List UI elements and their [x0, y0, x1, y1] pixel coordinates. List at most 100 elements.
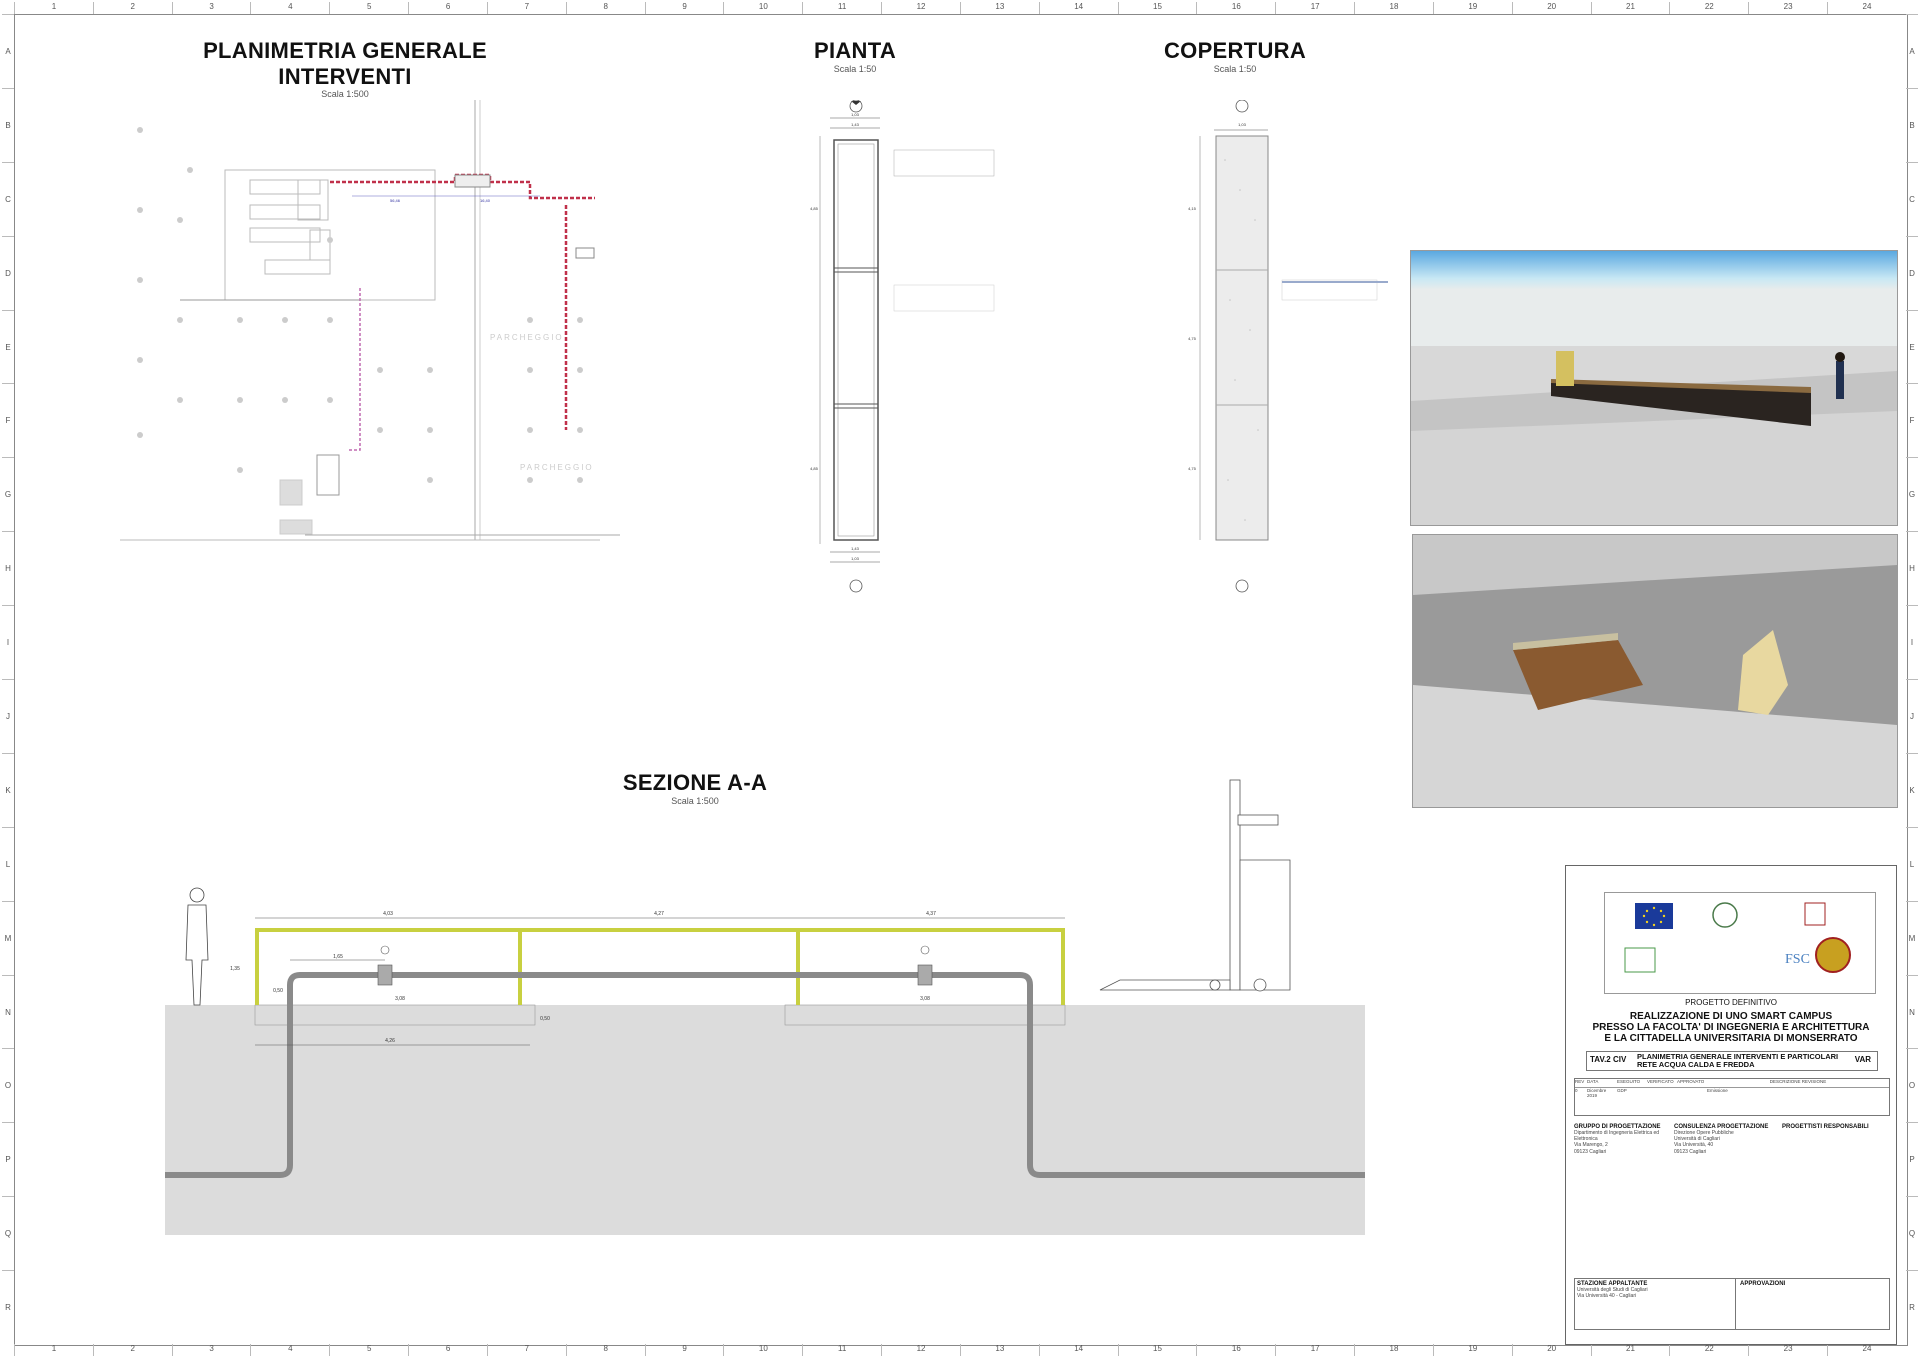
pianta-drawing: 1,03 1,43 4,85 4,85 1,43 1,03 — [810, 100, 995, 593]
trench-outline — [833, 139, 879, 541]
svg-text:3,08: 3,08 — [395, 996, 405, 1002]
ruler-col: 4 — [250, 1344, 329, 1356]
ruler-col: 18 — [1354, 2, 1433, 14]
ruler-col: 9 — [644, 1344, 724, 1356]
ruler-row: P — [2, 1122, 14, 1196]
svg-text:4,03: 4,03 — [383, 911, 393, 917]
ruler-row: C — [1906, 161, 1918, 236]
ruler-row: M — [2, 900, 14, 975]
ruler-col: 3 — [171, 2, 251, 14]
ruler-row: G — [2, 457, 14, 531]
ruler-row: I — [2, 605, 14, 679]
ruler-col: 2 — [92, 2, 172, 14]
ruler-row: I — [1906, 605, 1918, 679]
ruler-col: 5 — [329, 2, 408, 14]
ruler-row: N — [1906, 974, 1918, 1049]
ruler-col: 20 — [1511, 1344, 1591, 1356]
ruler-col: 1 — [14, 2, 93, 14]
ruler-col: 15 — [1117, 2, 1197, 14]
ruler-right: ABCDEFGHIJKLMNOPQR — [1906, 14, 1918, 1344]
ruler-row: J — [2, 679, 14, 753]
copertura-scale: Scala 1:50 — [1213, 64, 1257, 74]
ruler-col: 14 — [1038, 1344, 1118, 1356]
ruler-col: 15 — [1117, 1344, 1197, 1356]
ruler-col: 8 — [565, 2, 645, 14]
ruler-col: 11 — [802, 2, 881, 14]
svg-text:3,08: 3,08 — [920, 996, 930, 1002]
ruler-row: Q — [2, 1196, 14, 1270]
pipe-route-magenta — [348, 288, 361, 451]
pianta-title: PIANTA — [813, 38, 897, 63]
render-view-1 — [1410, 250, 1898, 526]
yellow-frame — [255, 928, 1065, 1005]
site-plan-drawing: 56,46 16,40 PARCHEGGIO PARCHEGGIO — [120, 100, 620, 541]
ruler-col: 1 — [14, 1344, 93, 1356]
unica-seal-icon — [1815, 937, 1851, 973]
svg-text:1,03: 1,03 — [851, 556, 860, 561]
ruler-row: O — [2, 1048, 14, 1122]
plan-general-scale: Scala 1:500 — [321, 89, 369, 99]
ruler-row: D — [2, 235, 14, 310]
copertura-drawing: 1,03 4,15 4,75 4,75 — [1188, 100, 1388, 593]
ruler-row: R — [1906, 1270, 1918, 1344]
ruler-col: 4 — [250, 2, 329, 14]
ruler-col: 6 — [408, 1344, 487, 1356]
approval-section: STAZIONE APPALTANTE Università degli Stu… — [1574, 1278, 1890, 1330]
ruler-row: C — [2, 161, 14, 236]
svg-text:16,40: 16,40 — [480, 198, 491, 203]
ruler-row: B — [2, 87, 14, 162]
person-silhouette — [185, 887, 209, 1006]
ruler-col: 19 — [1432, 2, 1512, 14]
ruler-col: 18 — [1354, 1344, 1433, 1356]
ruler-col: 8 — [565, 1344, 645, 1356]
logos-panel: FSC — [1604, 892, 1876, 994]
ruler-col: 17 — [1275, 1344, 1354, 1356]
svg-text:4,26: 4,26 — [385, 1038, 395, 1044]
ruler-col: 24 — [1827, 1344, 1906, 1356]
ruler-col: 2 — [92, 1344, 172, 1356]
ruler-col: 23 — [1748, 2, 1827, 14]
ruler-col: 5 — [329, 1344, 408, 1356]
ruler-col: 9 — [644, 2, 724, 14]
ruler-col: 3 — [171, 1344, 251, 1356]
ruler-row: O — [1906, 1048, 1918, 1122]
svg-text:4,75: 4,75 — [1188, 466, 1197, 471]
title-block: FSC PROGETTO DEFINITIVO REALIZZAZIONE DI… — [1565, 865, 1897, 1345]
responsible-designers: PROGETTISTI RESPONSABILI — [1782, 1124, 1869, 1130]
ruler-row: J — [1906, 679, 1918, 753]
ruler-col: 14 — [1038, 2, 1118, 14]
ruler-col: 10 — [723, 2, 802, 14]
ruler-col: 13 — [959, 1344, 1039, 1356]
svg-text:4,85: 4,85 — [810, 206, 819, 211]
ruler-row: P — [1906, 1122, 1918, 1196]
ruler-row: H — [1906, 531, 1918, 605]
ruler-col: 19 — [1432, 1344, 1512, 1356]
ruler-col: 17 — [1275, 2, 1354, 14]
ruler-col: 7 — [486, 2, 566, 14]
revision-table: REV DATA ESEGUITO VERIFICATO APPROVATO D… — [1574, 1078, 1890, 1116]
section-drawing: 4,03 4,27 4,37 1,65 3,08 3,08 4,26 1,35 … — [165, 779, 1365, 1235]
render-person — [1836, 361, 1844, 399]
svg-text:1,43: 1,43 — [851, 122, 860, 127]
svg-text:4,85: 4,85 — [810, 466, 819, 471]
svg-text:4,27: 4,27 — [654, 911, 664, 917]
ruler-col: 7 — [486, 1344, 566, 1356]
svg-text:FSC: FSC — [1785, 952, 1810, 967]
ruler-row: A — [2, 14, 14, 88]
ruler-row: D — [1906, 235, 1918, 310]
svg-text:0,50: 0,50 — [273, 988, 283, 994]
ruler-col: 6 — [408, 2, 487, 14]
ruler-col: 24 — [1827, 2, 1906, 14]
ruler-top: 1 2 3 4 5 6 7 8 9 10 11 12 13 14 15 16 17 18 19 20 21 22 23 24 — [14, 2, 1906, 14]
svg-text:PARCHEGGIO: PARCHEGGIO — [520, 463, 594, 472]
ruler-col: 12 — [881, 2, 960, 14]
svg-text:PARCHEGGIO: PARCHEGGIO — [490, 333, 564, 342]
ruler-row: R — [2, 1270, 14, 1344]
ruler-col: 21 — [1590, 2, 1670, 14]
ruler-col: 22 — [1669, 1344, 1748, 1356]
ruler-col: 21 — [1590, 1344, 1670, 1356]
svg-text:1,03: 1,03 — [851, 112, 860, 117]
ruler-left: ABCDEFGHIJKLMNOPQR — [2, 14, 14, 1344]
ruler-col: 23 — [1748, 1344, 1827, 1356]
porter-logo-icon — [1624, 947, 1656, 973]
